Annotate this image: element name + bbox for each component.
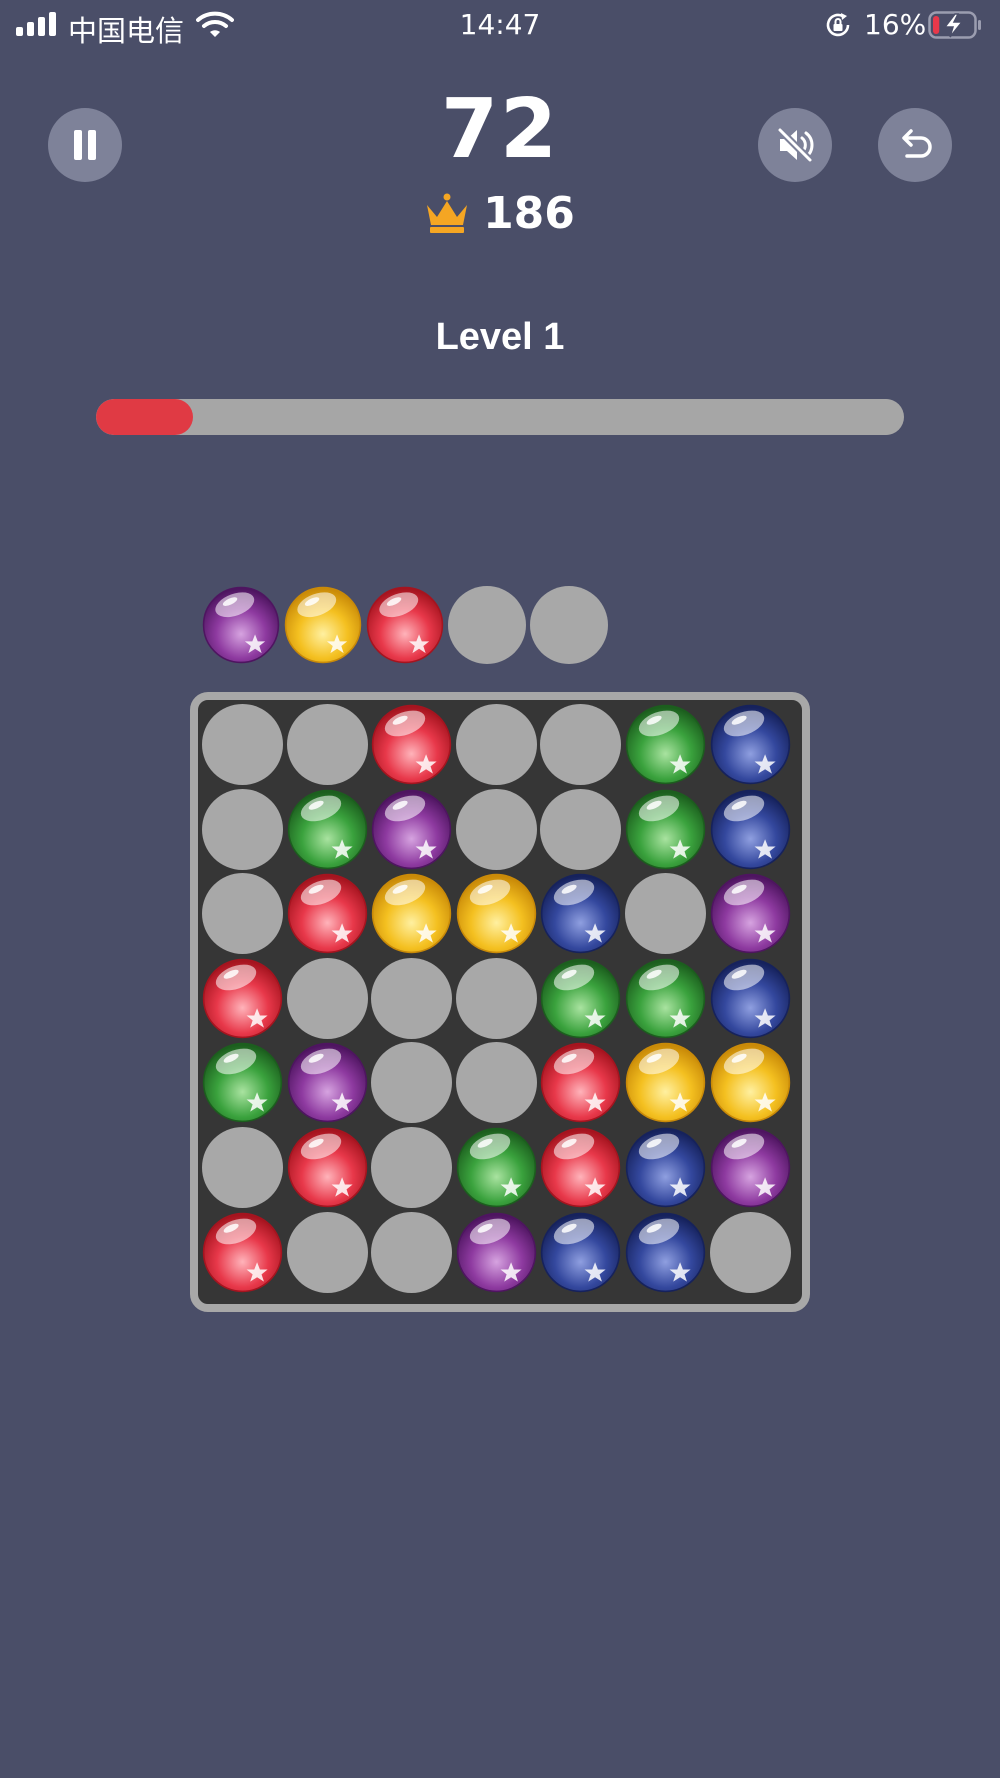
level-progress-fill	[96, 399, 193, 435]
empty-cell[interactable]	[286, 957, 368, 1039]
best-score-value: 186	[483, 188, 575, 239]
ball-red[interactable]	[540, 1042, 621, 1123]
crown-icon	[427, 193, 468, 233]
ball-purple[interactable]	[710, 1127, 791, 1208]
empty-cell[interactable]	[709, 1211, 791, 1293]
ball-blue[interactable]	[625, 1127, 706, 1208]
empty-cell[interactable]	[371, 1127, 453, 1208]
ball-red[interactable]	[371, 704, 452, 785]
empty-cell[interactable]	[371, 1042, 453, 1124]
battery-charging-icon	[928, 11, 981, 39]
ball-red[interactable]	[287, 873, 368, 954]
ball-green[interactable]	[625, 958, 706, 1039]
ball-blue[interactable]	[540, 1212, 621, 1293]
level-label: Level 1	[435, 316, 565, 358]
empty-cell[interactable]	[455, 957, 537, 1039]
empty-cell[interactable]	[371, 957, 453, 1039]
empty-cell[interactable]	[540, 788, 622, 870]
ball-green[interactable]	[540, 958, 621, 1039]
ball-yellow[interactable]	[710, 1042, 791, 1123]
ball-green[interactable]	[625, 789, 706, 870]
next-ball-red	[366, 586, 444, 664]
empty-cell[interactable]	[202, 1127, 283, 1208]
game-screen: 中国电信 14:47 16% 72 186 Level 1	[0, 0, 1000, 1778]
current-score: 72	[440, 82, 560, 177]
empty-cell[interactable]	[455, 788, 537, 870]
status-bar: 中国电信 14:47 16%	[0, 0, 1000, 50]
ball-purple[interactable]	[371, 789, 452, 870]
ball-red[interactable]	[202, 958, 283, 1039]
ball-red[interactable]	[287, 1127, 368, 1208]
ball-blue[interactable]	[710, 958, 791, 1039]
next-slot-empty	[530, 586, 608, 664]
ball-red[interactable]	[540, 1127, 621, 1208]
ball-green[interactable]	[202, 1042, 283, 1123]
empty-cell[interactable]	[455, 1042, 537, 1124]
ball-blue[interactable]	[710, 789, 791, 870]
ball-yellow[interactable]	[371, 873, 452, 954]
empty-cell[interactable]	[625, 873, 706, 955]
level-progress-bar	[96, 399, 904, 435]
empty-cell[interactable]	[540, 704, 622, 785]
battery-percent: 16%	[864, 8, 927, 41]
ball-yellow[interactable]	[625, 1042, 706, 1123]
ball-blue[interactable]	[540, 873, 621, 954]
game-board[interactable]	[190, 692, 810, 1312]
ball-green[interactable]	[456, 1127, 537, 1208]
empty-cell[interactable]	[455, 704, 537, 785]
empty-cell[interactable]	[371, 1211, 453, 1293]
ball-purple[interactable]	[287, 1042, 368, 1123]
ball-green[interactable]	[625, 704, 706, 785]
empty-cell[interactable]	[286, 1211, 368, 1293]
ball-green[interactable]	[287, 789, 368, 870]
next-ball-purple	[202, 586, 280, 664]
ball-purple[interactable]	[710, 873, 791, 954]
ball-blue[interactable]	[710, 704, 791, 785]
next-ball-yellow	[284, 586, 362, 664]
empty-cell[interactable]	[286, 704, 368, 785]
ball-red[interactable]	[202, 1212, 283, 1293]
empty-cell[interactable]	[202, 788, 283, 870]
empty-cell[interactable]	[202, 873, 283, 955]
orientation-lock-icon	[826, 13, 850, 37]
ball-yellow[interactable]	[456, 873, 537, 954]
empty-cell[interactable]	[202, 704, 283, 785]
best-score: 186	[0, 188, 1000, 239]
ball-purple[interactable]	[456, 1212, 537, 1293]
ball-blue[interactable]	[625, 1212, 706, 1293]
next-slot-empty	[448, 586, 526, 664]
